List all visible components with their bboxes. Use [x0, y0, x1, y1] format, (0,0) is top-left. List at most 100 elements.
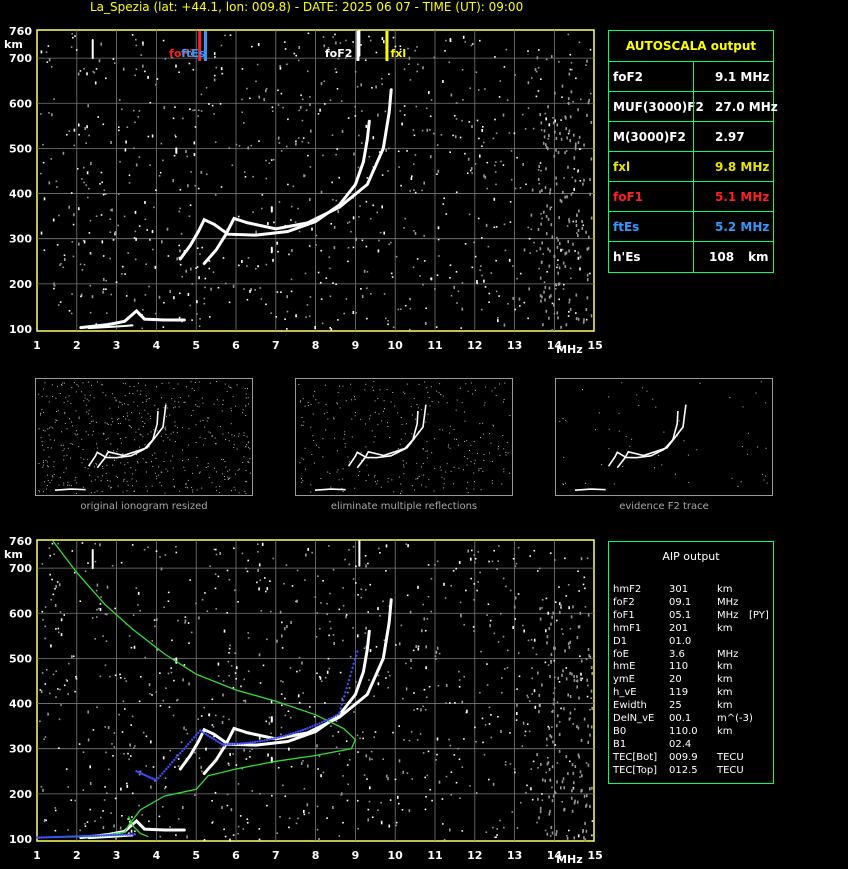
- aip-unit: TECU: [717, 764, 744, 776]
- noise-dot: [189, 304, 192, 307]
- thumb-dot: [470, 444, 472, 446]
- noise-dot: [459, 797, 461, 799]
- noise-dot: [319, 281, 322, 284]
- noise-dot: [519, 187, 522, 189]
- noise-dot: [235, 666, 238, 670]
- aip-point: [47, 836, 51, 839]
- noise-dot: [85, 142, 87, 144]
- noise-dot: [522, 624, 524, 627]
- thumb-dot: [59, 393, 61, 394]
- noise-dot: [347, 260, 349, 263]
- thumb-dot: [187, 479, 189, 481]
- noise-dot: [306, 304, 309, 306]
- x-tick-label: 15: [588, 849, 603, 862]
- noise-dot: [489, 619, 492, 622]
- aip-point: [353, 658, 357, 661]
- noise-dot: [303, 810, 305, 813]
- thumb-dot: [565, 420, 567, 422]
- thumb-dot: [358, 475, 360, 476]
- noise-dot: [272, 258, 274, 262]
- aip-point: [284, 734, 288, 737]
- aip-name: D1: [613, 635, 628, 647]
- noise-dot: [280, 693, 283, 695]
- thumb-dot: [140, 434, 142, 436]
- noise-dot: [477, 581, 479, 583]
- noise-dot: [569, 53, 571, 56]
- noise-dot: [121, 731, 124, 733]
- x-tick-label: 15: [588, 339, 603, 352]
- noise-dot: [572, 771, 575, 775]
- noise-dot: [91, 295, 94, 299]
- noise-dot: [519, 272, 522, 275]
- thumb-dot: [209, 432, 211, 434]
- noise-dot: [173, 154, 176, 157]
- noise-dot: [480, 265, 482, 267]
- noise-dot: [438, 652, 441, 655]
- noise-dot: [441, 798, 444, 800]
- aip-row-hmf2: hmF2 301 km: [613, 583, 773, 596]
- noise-dot: [567, 315, 570, 317]
- thumb-dot: [631, 438, 633, 440]
- noise-dot: [159, 835, 162, 838]
- noise-dot: [271, 106, 274, 109]
- noise-dot: [366, 177, 369, 179]
- noise-dot: [340, 100, 343, 102]
- noise-dot: [578, 41, 581, 44]
- noise-dot: [574, 179, 577, 183]
- thumb-dot: [43, 462, 44, 464]
- aip-row-hme: hmE 110 km: [613, 660, 773, 673]
- thumb-dot: [145, 461, 147, 463]
- thumb-dot: [75, 410, 77, 412]
- thumb-dot: [209, 382, 211, 384]
- noise-dot: [547, 105, 549, 109]
- noise-dot: [551, 726, 553, 728]
- thumb-dot: [425, 421, 427, 423]
- noise-dot: [388, 674, 391, 677]
- noise-dot: [55, 628, 57, 630]
- noise-dot: [104, 664, 107, 667]
- noise-dot: [367, 818, 369, 822]
- noise-dot: [162, 756, 165, 760]
- noise-dot: [545, 771, 547, 774]
- noise-dot: [390, 241, 392, 244]
- thumb-dot: [111, 393, 113, 395]
- noise-dot: [435, 759, 437, 761]
- thumb-dot: [52, 476, 54, 478]
- noise-dot: [178, 71, 180, 74]
- noise-dot: [527, 317, 529, 320]
- thumb-dot: [188, 395, 190, 397]
- noise-dot: [445, 684, 448, 687]
- noise-dot: [120, 561, 123, 564]
- noise-dot: [581, 789, 583, 792]
- noise-dot: [99, 608, 102, 611]
- noise-dot: [307, 764, 309, 768]
- noise-dot: [381, 205, 383, 209]
- noise-dot: [460, 327, 462, 329]
- noise-dot: [308, 812, 310, 814]
- noise-dot: [476, 589, 478, 592]
- noise-dot: [568, 645, 571, 649]
- noise-dot: [333, 225, 336, 229]
- thumb-dot: [383, 410, 384, 412]
- thumb-dot: [503, 448, 505, 450]
- noise-dot: [539, 617, 542, 621]
- noise-dot: [526, 723, 529, 725]
- noise-dot: [561, 628, 563, 630]
- noise-dot: [545, 58, 548, 61]
- noise-dot: [388, 147, 390, 150]
- noise-dot: [40, 50, 43, 54]
- noise-dot: [473, 554, 476, 556]
- thumb-dot: [129, 385, 131, 387]
- thumb-dot: [425, 450, 427, 452]
- noise-dot: [237, 832, 239, 835]
- thumb-dot: [413, 397, 415, 399]
- thumb-dot: [663, 431, 665, 433]
- noise-dot: [67, 693, 69, 695]
- noise-dot: [362, 731, 364, 733]
- autoscala-value: 5.1 MHz: [715, 190, 770, 204]
- noise-dot: [550, 294, 552, 298]
- noise-dot: [212, 271, 215, 273]
- thumb-dot: [471, 393, 473, 395]
- thumb-dot: [312, 395, 314, 397]
- thumb-dot: [389, 437, 391, 438]
